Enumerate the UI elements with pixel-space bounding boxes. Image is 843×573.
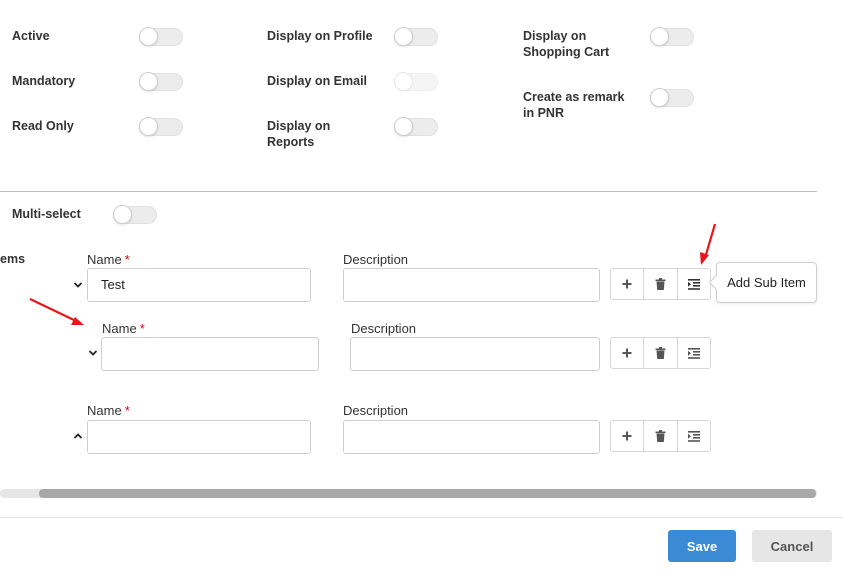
active-label: Active: [12, 29, 50, 43]
name-label: Name *: [87, 403, 130, 418]
display-on-email-toggle[interactable]: [394, 72, 438, 91]
add-sub-item-button[interactable]: [678, 338, 710, 368]
display-on-reports-label: Display on Reports: [267, 119, 331, 149]
name-input[interactable]: [87, 420, 311, 454]
display-on-cart-label: Display on Shopping Cart: [523, 29, 610, 59]
plus-icon: [622, 431, 632, 441]
add-sub-item-tooltip: Add Sub Item: [716, 262, 817, 303]
save-button[interactable]: Save: [668, 530, 736, 562]
items-section-label: ems: [0, 252, 26, 266]
trash-icon: [655, 347, 666, 359]
mandatory-label: Mandatory: [12, 74, 76, 88]
read-only-label: Read Only: [12, 119, 74, 133]
add-item-button[interactable]: [611, 421, 645, 451]
delete-item-button[interactable]: [644, 269, 678, 299]
chevron-up-icon[interactable]: [73, 431, 83, 441]
multi-select-toggle[interactable]: [113, 205, 157, 224]
trash-icon: [655, 278, 666, 290]
indent-icon: [687, 278, 700, 290]
create-remark-label: Create as remark in PNR: [523, 90, 625, 120]
name-input[interactable]: [101, 337, 319, 371]
display-on-email-label: Display on Email: [267, 74, 368, 88]
section-divider: [0, 191, 817, 192]
horizontal-scrollbar-thumb[interactable]: [39, 489, 816, 498]
delete-item-button[interactable]: [644, 421, 678, 451]
footer-divider: [0, 517, 843, 518]
add-sub-item-button[interactable]: [678, 421, 710, 451]
mandatory-toggle[interactable]: [139, 72, 183, 91]
plus-icon: [622, 279, 632, 289]
delete-item-button[interactable]: [644, 338, 678, 368]
active-toggle[interactable]: [139, 27, 183, 46]
add-item-button[interactable]: [611, 269, 645, 299]
description-label: Description: [351, 321, 417, 336]
display-on-profile-toggle[interactable]: [394, 27, 438, 46]
row-actions: [610, 420, 711, 452]
arrow-to-sub-item: [29, 298, 84, 325]
indent-icon: [687, 430, 700, 442]
multi-select-label: Multi-select: [12, 207, 81, 221]
display-on-profile-label: Display on Profile: [267, 29, 373, 43]
chevron-down-icon[interactable]: [88, 348, 98, 358]
add-item-button[interactable]: [611, 338, 645, 368]
description-input[interactable]: [343, 420, 600, 454]
indent-icon: [687, 347, 700, 359]
description-label: Description: [343, 252, 409, 267]
display-on-cart-toggle[interactable]: [650, 27, 694, 46]
trash-icon: [655, 430, 666, 442]
row-actions: [610, 268, 711, 300]
display-on-reports-toggle[interactable]: [394, 117, 438, 136]
description-label: Description: [343, 403, 409, 418]
arrow-to-add-sub-item: [700, 223, 717, 265]
create-remark-toggle[interactable]: [650, 88, 694, 107]
name-label: Name *: [102, 321, 145, 336]
plus-icon: [622, 348, 632, 358]
cancel-button[interactable]: Cancel: [752, 530, 832, 562]
name-label: Name *: [87, 252, 130, 267]
add-sub-item-button[interactable]: [678, 269, 710, 299]
chevron-down-icon[interactable]: [73, 280, 83, 290]
description-input[interactable]: [350, 337, 600, 371]
row-actions: [610, 337, 711, 369]
read-only-toggle[interactable]: [139, 117, 183, 136]
name-input[interactable]: Test: [87, 268, 311, 302]
description-input[interactable]: [343, 268, 600, 302]
